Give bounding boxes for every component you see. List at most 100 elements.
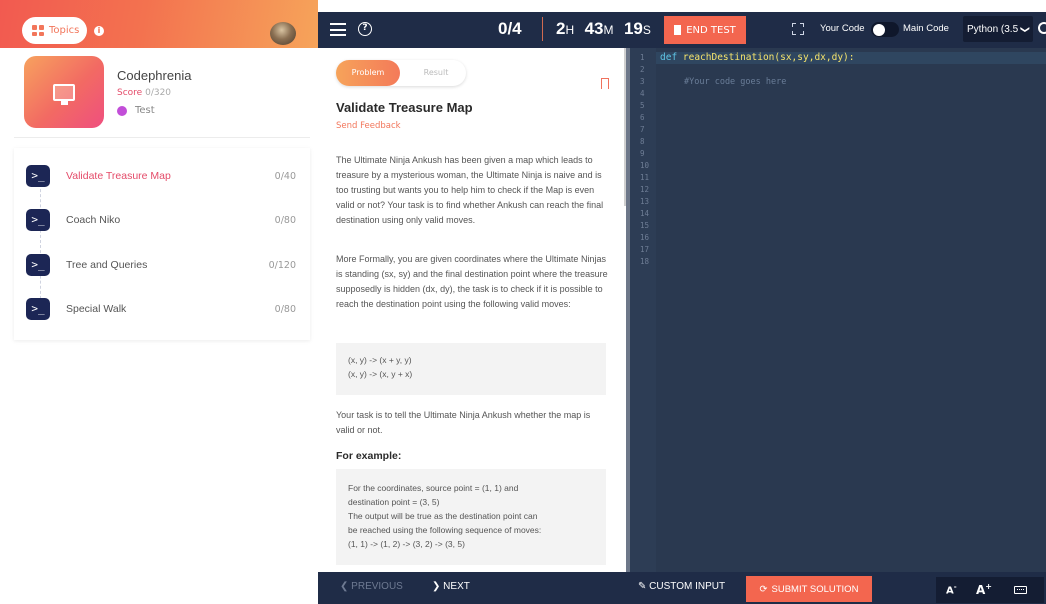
line-number: 3 (640, 77, 645, 86)
line-number: 18 (640, 257, 650, 266)
test-mode-icon (117, 105, 127, 116)
problem-item-special-walk[interactable]: >_ Special Walk 0/80 (14, 287, 310, 331)
bookmark-icon[interactable] (600, 78, 609, 92)
next-label: NEXT (443, 581, 470, 592)
problem-paragraph: More Formally, you are given coordinates… (336, 254, 608, 309)
code-signature: reachDestination(sx,sy,dx,dy): (677, 52, 855, 63)
font-decrease-mark: - (953, 583, 957, 591)
language-select[interactable]: Python (3.5 ❯ (963, 16, 1033, 42)
line-number: 8 (640, 137, 645, 146)
edit-icon: ✎ (638, 581, 647, 592)
power-icon: ⟳ (759, 583, 768, 595)
font-increase-button[interactable]: A+ (976, 582, 992, 597)
problem-name: Special Walk (66, 303, 127, 315)
keyboard-shortcuts-icon[interactable] (1014, 586, 1027, 594)
problem-pane: Problem Result Validate Treasure Map Sen… (318, 48, 626, 572)
topics-button[interactable]: Topics (22, 17, 87, 44)
example-line: For the coordinates, source point = (1, … (348, 483, 519, 493)
end-test-button[interactable]: END TEST (664, 16, 746, 44)
problem-tabs: Problem Result (336, 60, 466, 86)
topics-label: Topics (49, 25, 80, 36)
terminal-icon: >_ (26, 209, 50, 231)
help-icon[interactable]: ? (358, 22, 372, 36)
exit-door-icon (674, 25, 682, 35)
top-bar: ? 0/4 2H 43M 19S END TEST Your Code Main… (318, 12, 1046, 48)
course-title: Codephrenia (117, 68, 192, 83)
course-score: Score 0/320 (117, 88, 171, 98)
submit-solution-button[interactable]: ⟳ SUBMIT SOLUTION (746, 576, 872, 602)
end-test-label: END TEST (686, 24, 736, 36)
chevron-right-icon: ❯ (432, 581, 441, 592)
monitor-icon (24, 56, 104, 128)
line-number-gutter: 1 2 3 4 5 6 7 8 9 10 11 12 13 14 15 16 1… (630, 48, 656, 572)
course-mode: Test (117, 105, 155, 116)
code-view-toggle[interactable] (871, 22, 899, 37)
problem-item-validate-treasure-map[interactable]: >_ Validate Treasure Map 0/40 (14, 154, 310, 198)
code-keyword: def (660, 52, 678, 63)
custom-input-label: CUSTOM INPUT (649, 581, 726, 592)
line-number: 17 (640, 245, 650, 254)
move-line: (x, y) -> (x + y, y) (348, 355, 412, 365)
font-increase-mark: + (985, 582, 992, 591)
countdown-timer: 2H 43M 19S (556, 19, 657, 39)
problem-title: Validate Treasure Map (336, 100, 473, 115)
main-code-label: Main Code (903, 23, 949, 34)
line-number: 4 (640, 89, 645, 98)
line-number: 7 (640, 125, 645, 134)
problem-item-coach-niko[interactable]: >_ Coach Niko 0/80 (14, 198, 310, 242)
problem-score: 0/40 (274, 170, 296, 182)
next-button[interactable]: ❯ NEXT (432, 581, 470, 592)
language-value: Python (3.5 (967, 23, 1019, 35)
your-code-label: Your Code (820, 23, 865, 34)
info-icon[interactable]: i (94, 26, 104, 36)
terminal-icon: >_ (26, 298, 50, 320)
divider (14, 137, 310, 138)
course-mode-label: Test (135, 105, 155, 116)
example-line: be reached using the following sequence … (348, 525, 542, 535)
font-decrease-button[interactable]: A- (946, 583, 957, 596)
bottom-bar: ❮ PREVIOUS ❯ NEXT ✎ CUSTOM INPUT ⟳ SUBMI… (318, 572, 1046, 604)
reset-code-icon[interactable] (1038, 22, 1046, 34)
line-number: 12 (640, 185, 650, 194)
code-line[interactable]: def reachDestination(sx,sy,dx,dy): (660, 52, 854, 63)
timer-seconds-unit: S (642, 23, 651, 37)
line-number: 6 (640, 113, 645, 122)
line-number: 11 (640, 173, 650, 182)
problem-paragraph: Your task is to tell the Ultimate Ninja … (336, 410, 591, 435)
font-size-controls: A- A+ (936, 577, 1044, 603)
sidebar-header: Topics i (0, 0, 318, 48)
example-line: destination point = (3, 5) (348, 497, 440, 507)
line-number: 14 (640, 209, 650, 218)
problem-score: 0/80 (274, 303, 296, 315)
score-value: 0/320 (145, 88, 172, 98)
line-number: 15 (640, 221, 650, 230)
problem-name: Tree and Queries (66, 259, 148, 271)
send-feedback-link[interactable]: Send Feedback (336, 121, 401, 131)
problem-score: 0/120 (268, 259, 296, 271)
line-number: 16 (640, 233, 650, 242)
problem-name: Validate Treasure Map (66, 170, 171, 182)
example-heading: For example: (336, 450, 402, 462)
grid-icon (32, 25, 44, 36)
code-editor[interactable]: 1 2 3 4 5 6 7 8 9 10 11 12 13 14 15 16 1… (626, 48, 1046, 572)
problem-list: >_ Validate Treasure Map 0/40 >_ Coach N… (14, 148, 310, 340)
left-sidebar: Topics i Codephrenia Score 0/320 Test >_… (0, 0, 318, 604)
tab-problem[interactable]: Problem (336, 60, 400, 86)
line-number: 9 (640, 149, 645, 158)
hamburger-menu-icon[interactable] (330, 23, 346, 36)
terminal-icon: >_ (26, 165, 50, 187)
custom-input-button[interactable]: ✎ CUSTOM INPUT (638, 581, 725, 592)
fullscreen-icon[interactable] (792, 23, 804, 35)
code-comment[interactable]: #Your code goes here (684, 77, 786, 87)
submit-label: SUBMIT SOLUTION (771, 583, 859, 595)
tab-result[interactable]: Result (408, 60, 464, 86)
problem-item-tree-and-queries[interactable]: >_ Tree and Queries 0/120 (14, 243, 310, 287)
divider (542, 17, 543, 41)
line-number: 5 (640, 101, 645, 110)
course-card: Codephrenia Score 0/320 Test (20, 56, 306, 134)
line-number: 13 (640, 197, 650, 206)
timer-minutes-unit: M (603, 23, 614, 37)
previous-button[interactable]: ❮ PREVIOUS (340, 581, 403, 592)
avatar[interactable] (270, 22, 296, 45)
progress-counter: 0/4 (498, 19, 522, 38)
